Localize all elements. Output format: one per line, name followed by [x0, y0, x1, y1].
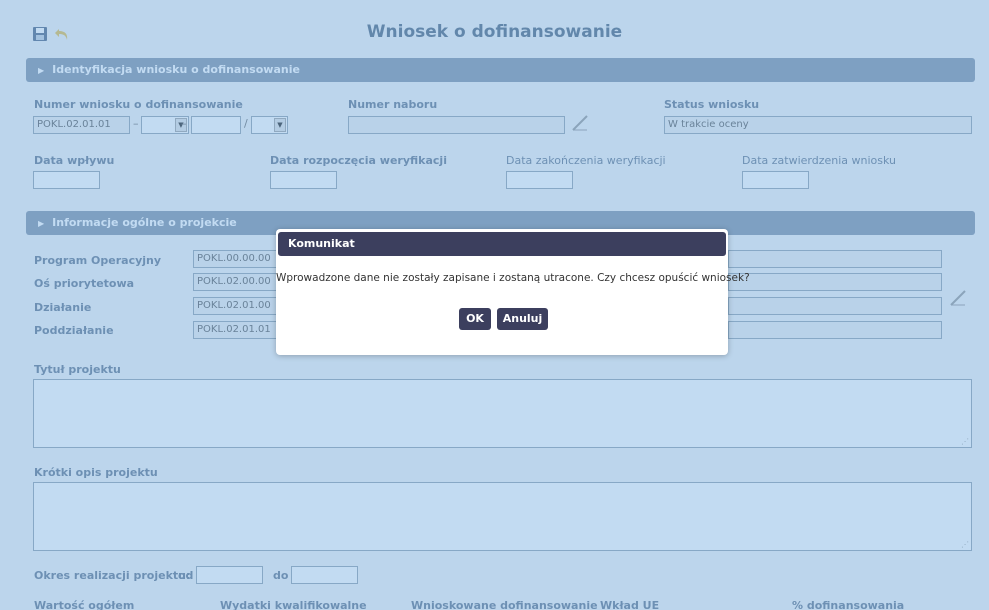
cancel-button[interactable]: Anuluj	[497, 308, 548, 330]
dialog-message: Wprowadzone dane nie zostały zapisane i …	[276, 272, 750, 284]
confirm-dialog: Komunikat Wprowadzone dane nie zostały z…	[276, 229, 750, 355]
dialog-title: Komunikat	[278, 232, 726, 256]
ok-button[interactable]: OK	[459, 308, 491, 330]
